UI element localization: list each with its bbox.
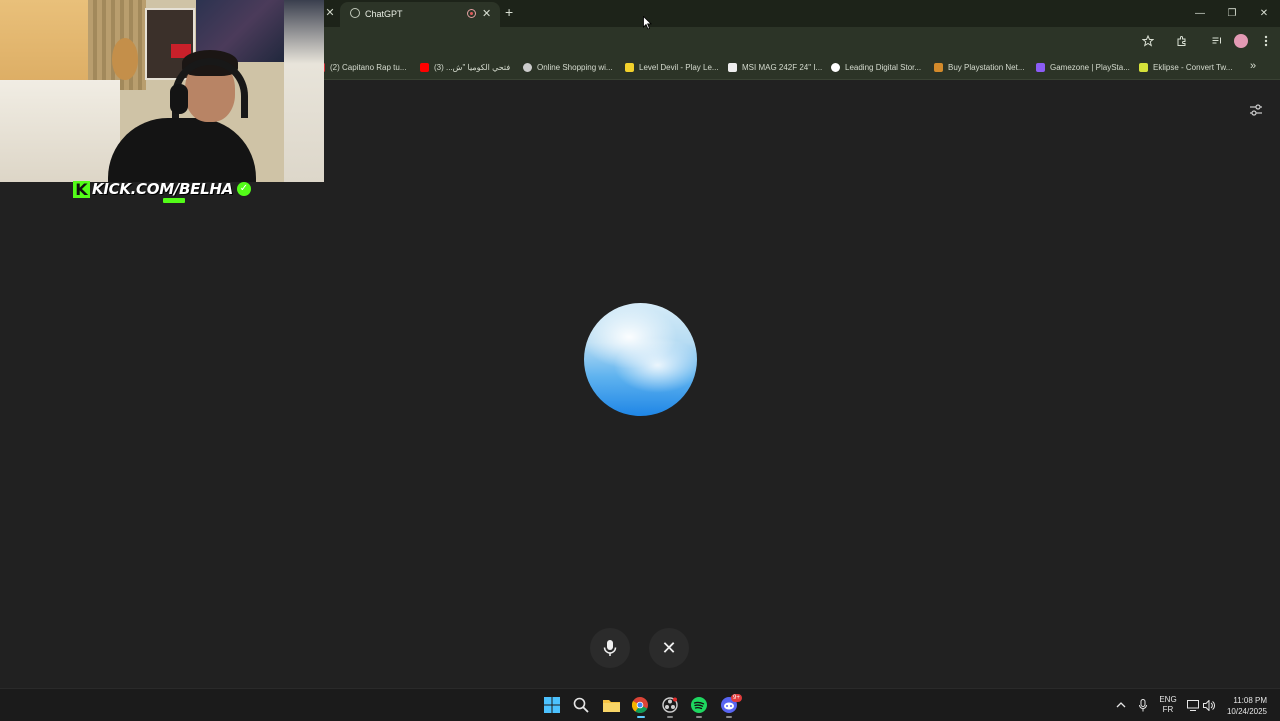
chrome-icon[interactable] — [631, 696, 649, 714]
voice-settings-icon[interactable] — [1249, 103, 1263, 117]
bookmark-star-icon[interactable] — [1141, 34, 1155, 48]
microphone-tray-icon[interactable] — [1134, 696, 1152, 714]
bookmark-item[interactable]: Leading Digital Stor... — [831, 61, 921, 73]
close-window-button[interactable]: ✕ — [1248, 0, 1280, 27]
globe-icon — [523, 62, 532, 72]
discord-running-indicator — [726, 716, 732, 718]
guitar-image — [112, 38, 138, 80]
chrome-active-indicator — [637, 716, 645, 718]
digital-store-icon — [831, 62, 840, 72]
file-explorer-icon[interactable] — [602, 696, 620, 714]
bookmark-item[interactable]: Buy Playstation Net... — [934, 61, 1024, 73]
kick-logo-icon: K — [73, 180, 90, 198]
input-language-indicator[interactable]: ENG FR — [1157, 695, 1179, 715]
new-tab-button[interactable]: + — [505, 4, 513, 20]
end-voice-button[interactable]: ✕ — [649, 628, 689, 668]
bookmark-item[interactable]: Online Shopping wi... — [523, 61, 613, 73]
bookmarks-overflow-button[interactable]: » — [1250, 60, 1256, 72]
close-icon: ✕ — [661, 638, 677, 658]
profile-avatar[interactable] — [1234, 34, 1248, 48]
previous-tab-close-icon[interactable]: ✕ — [324, 5, 336, 21]
mic-icon — [603, 640, 617, 656]
obs-icon[interactable] — [661, 696, 679, 714]
recording-indicator-icon[interactable] — [467, 9, 476, 18]
tab-close-icon[interactable]: ✕ — [482, 6, 491, 22]
extensions-puzzle-icon[interactable] — [1175, 34, 1189, 48]
gamezone-icon — [1036, 62, 1045, 72]
window-controls: — ❐ ✕ — [1184, 0, 1280, 27]
language-top: ENG — [1159, 695, 1177, 704]
kick-channel-name: KICK.COM/BELHA — [92, 180, 233, 198]
taskbar-clock[interactable]: 11:08 PM 10/24/2025 — [1227, 695, 1267, 717]
minimize-button[interactable]: — — [1184, 0, 1216, 27]
tab-title: ChatGPT — [365, 9, 403, 19]
playstation-store-icon — [934, 62, 943, 72]
browser-toolbar — [324, 27, 1280, 55]
bookmark-item[interactable]: Level Devil - Play Le... — [625, 61, 719, 73]
bookmarks-bar: (2) Capitano Rap tu... فتحي الكوميا "ش..… — [322, 55, 1280, 80]
headset-earcup — [170, 84, 188, 114]
webcam-background — [284, 0, 324, 182]
verified-check-icon: ✓ — [236, 182, 251, 196]
discord-notification-badge: 9+ — [731, 694, 742, 702]
kick-sub-badge — [163, 198, 185, 203]
bookmark-item[interactable]: (2) Capitano Rap tu... — [322, 61, 406, 73]
kick-channel-banner: K KICK.COM/BELHA ✓ — [73, 180, 251, 198]
browser-menu-icon[interactable] — [1259, 34, 1273, 48]
search-icon[interactable] — [572, 696, 590, 714]
bookmark-item[interactable]: Gamezone | PlaySta... — [1036, 61, 1130, 73]
webcam-overlay — [0, 0, 324, 182]
eklipse-icon — [1139, 62, 1148, 72]
start-windows-icon[interactable] — [543, 696, 561, 714]
language-bottom: FR — [1162, 705, 1174, 714]
level-devil-icon — [625, 62, 634, 72]
mouse-cursor-icon — [643, 16, 652, 30]
msi-icon — [728, 62, 737, 72]
media-controls-icon[interactable] — [1210, 34, 1224, 48]
volume-icon[interactable] — [1200, 696, 1218, 714]
voice-orb — [584, 303, 697, 416]
restore-button[interactable]: ❐ — [1216, 0, 1248, 27]
streamer-body — [108, 118, 256, 182]
bookmark-item[interactable]: فتحي الكوميا "ش... (3) — [420, 61, 510, 73]
bookmark-item[interactable]: MSI MAG 242F 24" I... — [728, 61, 822, 73]
clock-time: 11:08 PM — [1233, 696, 1267, 705]
bookmark-item[interactable]: Eklipse - Convert Tw... — [1139, 61, 1232, 73]
windows-taskbar: 9+ ENG FR 11:08 PM 10/24/2025 — [0, 688, 1280, 721]
youtube-icon — [420, 62, 429, 72]
spotify-running-indicator — [696, 716, 702, 718]
clock-date: 10/24/2025 — [1226, 707, 1267, 716]
spotify-icon[interactable] — [690, 696, 708, 714]
microphone-button[interactable] — [590, 628, 630, 668]
chevron-up-icon[interactable] — [1112, 696, 1130, 714]
tab-chatgpt[interactable]: ChatGPT ✕ — [340, 2, 500, 27]
webcam-background — [0, 80, 120, 182]
chatgpt-favicon-icon — [350, 8, 360, 18]
obs-running-indicator — [667, 716, 673, 718]
